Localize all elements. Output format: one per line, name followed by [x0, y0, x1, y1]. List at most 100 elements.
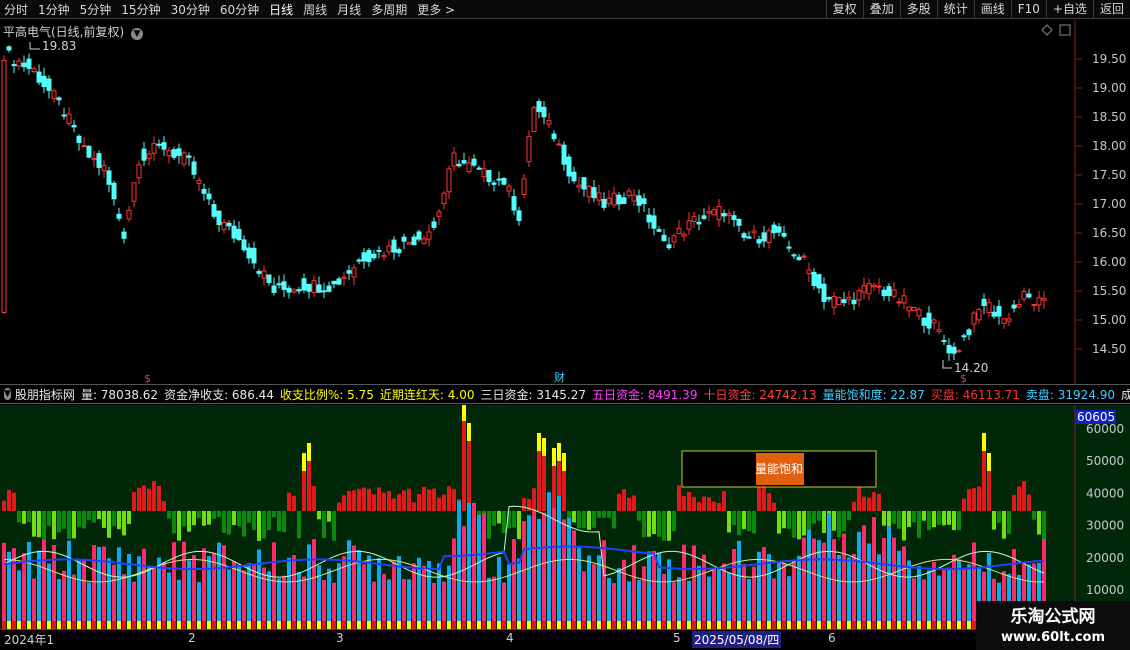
baseline-strip [177, 621, 181, 629]
fund-bar-green [947, 511, 951, 525]
fund-bar-green [252, 511, 256, 531]
volume-bar [387, 579, 391, 621]
fund-bar-red [402, 490, 406, 511]
period-tab-4[interactable]: 30分钟 [171, 1, 210, 18]
volume-bar [607, 577, 611, 621]
candle-body [351, 267, 357, 278]
fund-bar-green [77, 511, 81, 527]
volume-bar [47, 563, 51, 621]
baseline-strip [167, 621, 171, 629]
chevron-down-icon[interactable]: ▼ [131, 28, 144, 40]
fund-bar-green [227, 511, 231, 535]
fund-bar-red [717, 502, 721, 511]
candle-body [716, 205, 722, 221]
baseline-strip [592, 621, 596, 629]
volume-bar [752, 566, 756, 621]
baseline-strip [237, 621, 241, 629]
fund-bar-red [762, 486, 766, 511]
period-tab-6[interactable]: 日线 [269, 1, 293, 18]
candle-body [491, 182, 497, 185]
candle-body [201, 188, 207, 194]
volume-bar [132, 581, 136, 621]
candle-body [461, 160, 467, 164]
period-tab-9[interactable]: 多周期 [371, 1, 407, 18]
tool-button-3[interactable]: 统计 [936, 0, 974, 19]
volume-bar [332, 582, 336, 621]
indicator-item-10: 成交 [1121, 388, 1130, 402]
period-tab-10[interactable]: 更多 > [417, 1, 455, 18]
baseline-strip [17, 621, 21, 629]
volume-chart-panel[interactable]: 60000 50000 40000 30000 20000 10000 60605 量能饱和 [0, 403, 1130, 629]
fund-bar-red [467, 441, 471, 511]
fund-bar-green [802, 511, 806, 536]
chevron-down-icon[interactable]: ▼ [4, 388, 11, 400]
period-tab-7[interactable]: 周线 [303, 1, 327, 18]
fund-bar-red [382, 492, 386, 511]
volume-bar [652, 550, 656, 621]
price-tick-label: 17.00 [1092, 197, 1126, 211]
legend-label: 量能饱和 [755, 461, 803, 476]
period-tab-1[interactable]: 1分钟 [38, 1, 70, 18]
tool-button-6[interactable]: +自选 [1045, 0, 1093, 19]
volume-bar [567, 517, 571, 621]
volume-bar [852, 553, 856, 621]
baseline-strip [152, 621, 156, 629]
baseline-strip [842, 621, 846, 629]
tool-button-4[interactable]: 画线 [973, 0, 1011, 19]
indicator-item-2: 收支比例%: 5.75 [279, 387, 374, 402]
baseline-strip [297, 621, 301, 629]
fund-bar-red [537, 451, 541, 511]
period-tab-8[interactable]: 月线 [337, 1, 361, 18]
baseline-strip [142, 621, 146, 629]
price-tick-label: 16.50 [1092, 226, 1126, 240]
indicator-item-0: 量: 78038.62 [80, 387, 159, 402]
tool-button-5[interactable]: F10 [1010, 0, 1046, 19]
baseline-strip [12, 621, 16, 629]
fund-bar-green [247, 511, 251, 523]
volume-bar [292, 555, 296, 621]
baseline-strip [712, 621, 716, 629]
baseline-strip [477, 621, 481, 629]
period-tab-3[interactable]: 15分钟 [121, 1, 160, 18]
fund-bar-red [852, 501, 856, 511]
candle-body [306, 283, 312, 292]
candle-body [371, 253, 377, 259]
baseline-strip [262, 621, 266, 629]
fund-bar-green [742, 511, 746, 530]
price-chart-panel[interactable]: 19.50 19.00 18.50 18.00 17.50 17.00 16.50 16.00… [0, 20, 1130, 385]
baseline-strip [862, 621, 866, 629]
period-tab-2[interactable]: 5分钟 [80, 1, 112, 18]
candle-body [401, 236, 407, 242]
volume-bar [682, 544, 686, 621]
volume-bar [927, 570, 931, 621]
candle-body [376, 249, 382, 252]
volume-bar [82, 559, 86, 621]
candlestick-chart[interactable]: 19.50 19.00 18.50 18.00 17.50 17.00 16.50 16.00… [0, 20, 1130, 385]
price-tick-label: 15.00 [1092, 313, 1126, 327]
volume-chart[interactable]: 60000 50000 40000 30000 20000 10000 60605 量能饱和 [0, 403, 1130, 629]
period-tab-5[interactable]: 60分钟 [220, 1, 259, 18]
date-label-2: 3 [336, 631, 344, 645]
candle-body [431, 221, 437, 228]
tool-button-7[interactable]: 返回 [1092, 0, 1130, 19]
baseline-strip [407, 621, 411, 629]
volume-bar [102, 546, 106, 621]
period-tab-0[interactable]: 分时 [4, 1, 28, 18]
fund-bar-yellow [307, 443, 311, 461]
baseline-strip [312, 621, 316, 629]
tool-button-2[interactable]: 多股 [899, 0, 937, 19]
baseline-strip [47, 621, 51, 629]
volume-bar [612, 583, 616, 621]
volume-bar [227, 569, 231, 621]
tool-button-1[interactable]: 叠加 [862, 0, 900, 19]
fund-bar-red [397, 494, 401, 511]
candle-body [171, 149, 177, 158]
fund-bar-red [1012, 495, 1016, 511]
baseline-strip [137, 621, 141, 629]
candle-body [31, 68, 37, 73]
watermark-logo: 乐淘公式网 www.60lt.com [976, 601, 1130, 650]
candle-body [226, 222, 232, 227]
tool-button-0[interactable]: 复权 [825, 0, 863, 19]
volume-bar [822, 542, 826, 621]
fund-bar-green [262, 511, 266, 539]
